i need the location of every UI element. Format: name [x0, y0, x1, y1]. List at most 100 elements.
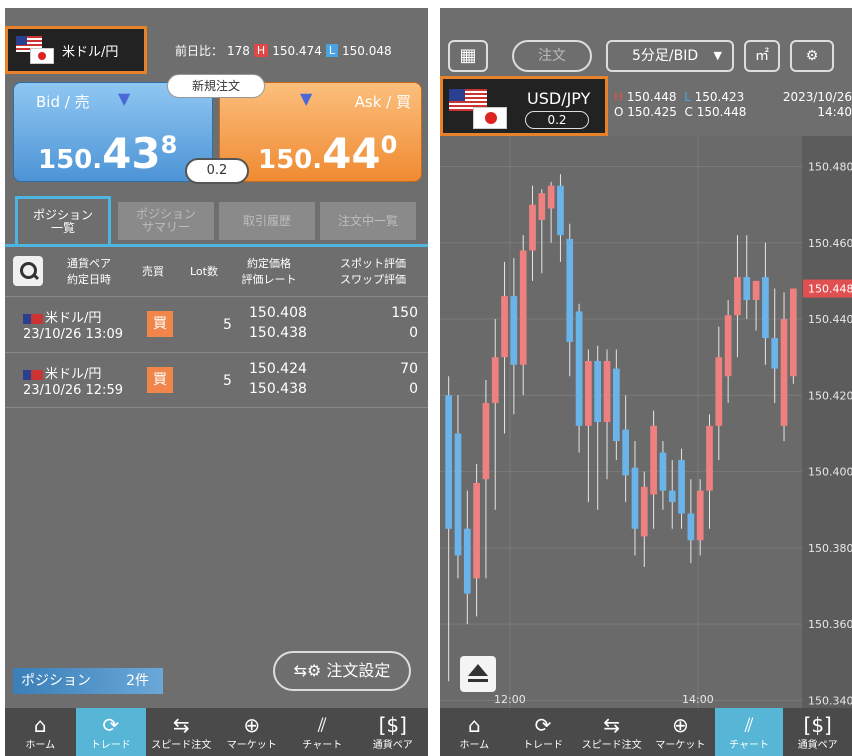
position-label: ポジション: [21, 673, 91, 689]
x-tick-label: 14:00: [682, 693, 714, 706]
trade-icon: ⟳: [534, 713, 552, 737]
nav-currency-pair[interactable]: [$] 通貨ペア: [783, 708, 852, 756]
order-button[interactable]: 注文: [512, 40, 592, 72]
nav-label: マーケット: [226, 740, 277, 751]
plot-area: [440, 136, 802, 708]
candle-body: [491, 357, 499, 403]
buy-badge: 買: [147, 311, 173, 337]
flag-icon: [23, 369, 43, 380]
y-tick-label: 150.420: [808, 389, 852, 402]
nav-label: チャート: [302, 740, 343, 751]
nav-chart[interactable]: ⫽ チャート: [714, 708, 784, 756]
bid-label: Bid / 売: [36, 93, 90, 111]
candle-body: [612, 368, 620, 442]
timeframe-value: 5分足/BID: [632, 48, 699, 64]
candle-body: [734, 277, 741, 316]
flag-icon: [23, 313, 43, 324]
bid-price: 150.438: [38, 129, 177, 178]
prev-day-label: 前日比：: [175, 44, 224, 58]
nav-currency-pair[interactable]: [$] 通貨ペア: [358, 708, 429, 756]
timeframe-select[interactable]: 5分足/BID ▼: [606, 40, 734, 72]
indicator-icon[interactable]: ㎡: [744, 40, 780, 72]
position-row[interactable]: 米ドル/円 23/10/26 13:09 買 5 150.408 150.438…: [5, 296, 428, 352]
bottom-nav: ⌂ ホーム ⟳ トレード ⇆ スピード注文 ⊕ マーケット ⫽ チャート [$] 通貨ペア: [5, 708, 428, 756]
speed-order-icon: ⇆: [172, 713, 190, 737]
chart-pair-selector[interactable]: USD/JPY 0.2: [440, 76, 608, 136]
candle-body: [575, 311, 583, 426]
candle-body: [603, 360, 611, 422]
chart-screen: ▦ 注文 5分足/BID ▼ ㎡ ⚙ USD/JPY 0.2 H 150.448…: [440, 8, 852, 756]
row-swap: 0: [409, 381, 418, 397]
currency-icon: [$]: [378, 713, 407, 737]
chart-settings-icon[interactable]: ⚙: [790, 40, 834, 72]
candle-body: [762, 277, 769, 339]
nav-home[interactable]: ⌂ ホーム: [440, 708, 509, 756]
candle-body: [743, 277, 751, 300]
tab-position-list[interactable]: ポジション 一覧: [15, 196, 111, 244]
candle-body: [687, 513, 695, 541]
chart-time: 14:40: [817, 105, 852, 119]
candle-body: [678, 460, 685, 514]
candle-body: [510, 296, 518, 365]
chart-icon: ⫽: [744, 713, 754, 737]
candle-body: [547, 185, 555, 209]
candle-body: [771, 338, 779, 369]
tab-open-orders[interactable]: 注文中一覧: [320, 202, 416, 240]
eject-up-icon[interactable]: [460, 656, 496, 692]
candle-body: [585, 360, 592, 426]
y-tick-label: 150.440: [808, 313, 852, 326]
candle-body: [566, 238, 574, 342]
h-value: 150.448: [626, 90, 677, 104]
arrow-down-icon: ▼: [118, 89, 131, 108]
y-tick-label: 150.360: [808, 618, 852, 631]
position-row[interactable]: 米ドル/円 23/10/26 12:59 買 5 150.424 150.438…: [5, 352, 428, 408]
nav-label: 通貨ペア: [372, 740, 413, 751]
candle-body: [622, 429, 630, 476]
candle-body: [640, 486, 648, 537]
settings-gear-icon: ⇆⚙: [293, 661, 322, 680]
candle-body: [724, 315, 732, 377]
candle-body: [501, 296, 508, 358]
nav-home[interactable]: ⌂ ホーム: [5, 708, 76, 756]
chart-datetime: 2023/10/26 14:40: [783, 90, 852, 120]
nav-market[interactable]: ⊕ マーケット: [217, 708, 288, 756]
tab-position-summary[interactable]: ポジション サマリー: [118, 202, 214, 240]
pair-name: 米ドル/円: [62, 44, 119, 60]
usd-jpy-flag-icon: [16, 36, 56, 64]
y-tick-label: 150.460: [808, 237, 852, 250]
position-count-bar: ポジション 2件: [13, 668, 163, 694]
ask-price-fraction: 0: [380, 131, 398, 159]
search-icon[interactable]: [13, 256, 43, 286]
nav-label: チャート: [729, 740, 769, 751]
usd-jpy-flag-icon: [449, 89, 509, 129]
ask-label: Ask / 買: [354, 93, 411, 111]
col-side: 売買: [142, 265, 164, 278]
nav-chart[interactable]: ⫽ チャート: [287, 708, 358, 756]
nav-label: スピード注文: [581, 740, 642, 751]
new-order-button[interactable]: 新規注文: [167, 74, 265, 98]
chart-date: 2023/10/26: [782, 90, 852, 104]
speed-order-icon: ⇆: [603, 713, 621, 737]
tab-trade-history[interactable]: 取引履歴: [219, 202, 315, 240]
col-rate: 評価レート: [241, 273, 297, 286]
nav-trade[interactable]: ⟳ トレード: [509, 708, 578, 756]
nav-label: トレード: [523, 740, 563, 751]
candle-body: [668, 490, 676, 503]
nav-speed-order[interactable]: ⇆ スピード注文: [577, 708, 646, 756]
bid-price-fraction: 8: [160, 131, 178, 159]
row-lot: 5: [223, 373, 232, 389]
h-label: H: [614, 90, 624, 104]
grid-menu-icon[interactable]: ▦: [448, 40, 488, 72]
nav-trade[interactable]: ⟳ トレード: [75, 708, 146, 756]
x-tick-label: 12:00: [494, 693, 526, 706]
nav-label: 通貨ペア: [797, 740, 838, 751]
candlestick-chart[interactable]: 150.480 150.460 150.440 150.420 150.400 150.3…: [440, 136, 852, 708]
currency-pair-selector[interactable]: 米ドル/円: [5, 26, 147, 74]
col-date: 約定日時: [67, 273, 111, 286]
nav-speed-order[interactable]: ⇆ スピード注文: [146, 708, 217, 756]
nav-market[interactable]: ⊕ マーケット: [646, 708, 715, 756]
table-header: 通貨ペア 約定日時 売買 Lot数 約定価格 評価レート スポット評価 スワップ…: [5, 248, 428, 294]
home-icon: ⌂: [467, 713, 481, 737]
globe-icon: ⊕: [671, 713, 689, 737]
order-settings-button[interactable]: ⇆⚙ 注文設定: [273, 651, 411, 691]
